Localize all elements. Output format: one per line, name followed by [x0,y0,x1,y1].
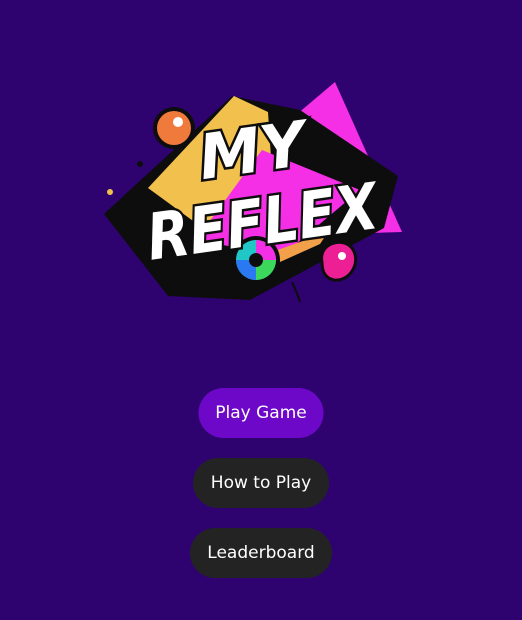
logo-splash-dot [107,189,113,195]
logo-splash-line [291,281,301,303]
how-to-play-button[interactable]: How to Play [193,458,329,508]
logo-splash-dot [137,161,143,167]
my-reflex-logo: MY REFLEX [104,82,402,303]
logo-orange-circle-shine [173,117,183,127]
main-menu-screen: MY REFLEX Play Game How to Play Leaderbo… [0,0,522,620]
logo-orange-circle-fill [157,111,191,145]
play-game-button[interactable]: Play Game [198,388,324,438]
leaderboard-button[interactable]: Leaderboard [190,528,332,578]
logo-pink-blob-shine [338,252,346,260]
